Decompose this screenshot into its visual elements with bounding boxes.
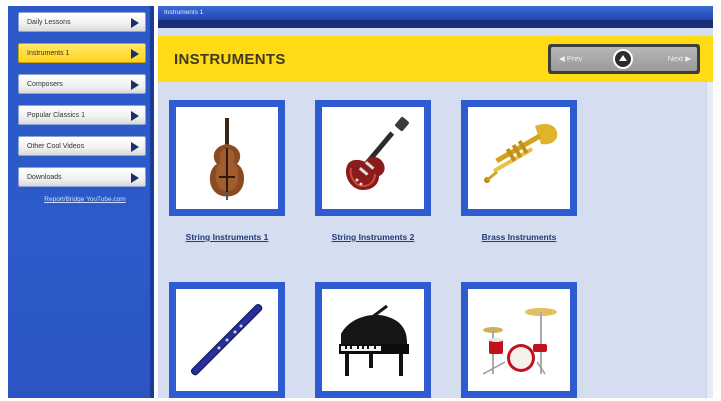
- scrollbar[interactable]: [706, 82, 713, 398]
- sidebar-item-popular-classics[interactable]: Popular Classics 1: [18, 105, 146, 125]
- next-button[interactable]: Next ▶: [668, 51, 691, 67]
- sidebar-item-other-cool-videos[interactable]: Other Cool Videos: [18, 136, 146, 156]
- sidebar-item-instruments[interactable]: Instruments 1: [18, 43, 146, 63]
- prev-label: Prev: [566, 54, 583, 63]
- trumpet-icon: [484, 124, 558, 183]
- tab-title: Instruments 1: [164, 9, 204, 16]
- tile-caption[interactable]: String Instruments 1: [158, 232, 297, 242]
- sidebar-footer-link[interactable]: Report/Bridge YouTube.com: [30, 196, 140, 203]
- sidebar-item-label: Other Cool Videos: [27, 142, 85, 150]
- arrow-right-icon: [131, 49, 139, 59]
- tile-percussion[interactable]: [461, 282, 577, 398]
- prev-button[interactable]: ◀ Prev: [559, 51, 582, 67]
- arrow-right-icon: [131, 142, 139, 152]
- grand-piano-icon: [339, 304, 409, 376]
- pager: ◀ Prev Next ▶: [548, 44, 700, 74]
- arrow-right-icon: [131, 80, 139, 90]
- electric-guitar-icon: [345, 117, 409, 190]
- window-titlebar: Instruments 1: [158, 6, 713, 20]
- clarinet-icon: [190, 303, 263, 376]
- sidebar-item-label: Popular Classics 1: [27, 111, 85, 119]
- sidebar-item-label: Downloads: [27, 173, 62, 181]
- arrow-right-icon: [131, 111, 139, 121]
- sidebar-item-composers[interactable]: Composers: [18, 74, 146, 94]
- tile-string-instruments-1[interactable]: [169, 100, 285, 216]
- pager-track: ◀ Prev Next ▶: [551, 47, 697, 71]
- drum-kit-icon: [482, 308, 557, 375]
- sidebar-item-label: Composers: [27, 80, 63, 88]
- up-arrow-icon[interactable]: [613, 49, 633, 69]
- sidebar-item-label: Instruments 1: [27, 49, 70, 57]
- tile-string-instruments-2[interactable]: [315, 100, 431, 216]
- sidebar-item-label: Daily Lessons: [27, 18, 71, 26]
- arrow-right-icon: [131, 18, 139, 28]
- sidebar-item-downloads[interactable]: Downloads: [18, 167, 146, 187]
- tile-caption[interactable]: String Instruments 2: [303, 232, 443, 242]
- sidebar: Daily Lessons Instruments 1 Composers Po…: [8, 6, 154, 398]
- sidebar-item-daily-lessons[interactable]: Daily Lessons: [18, 12, 146, 32]
- titlebar-divider: [158, 20, 713, 28]
- next-label: Next: [667, 54, 684, 63]
- tile-brass-instruments[interactable]: [461, 100, 577, 216]
- app-window: Daily Lessons Instruments 1 Composers Po…: [0, 0, 721, 401]
- double-bass-icon: [209, 118, 245, 200]
- tile-caption[interactable]: Brass Instruments: [449, 232, 589, 242]
- page-title: INSTRUMENTS: [174, 51, 286, 68]
- tile-keyboard[interactable]: [315, 282, 431, 398]
- arrow-right-icon: [131, 173, 139, 183]
- page-header: INSTRUMENTS ◀ Prev Next ▶: [158, 36, 713, 82]
- tile-woodwind[interactable]: [169, 282, 285, 398]
- main-panel: Instruments 1 INSTRUMENTS ◀ Prev Next ▶: [158, 6, 713, 398]
